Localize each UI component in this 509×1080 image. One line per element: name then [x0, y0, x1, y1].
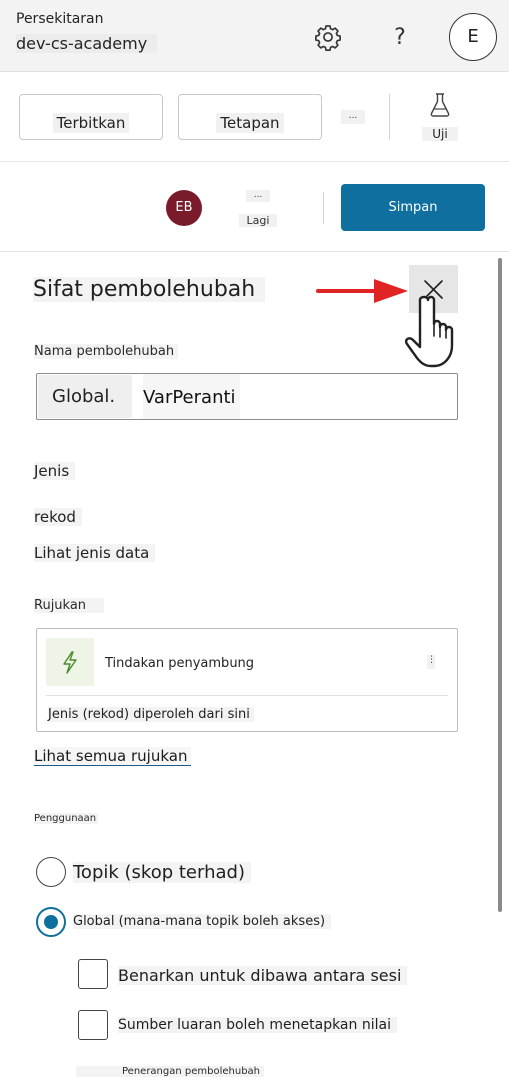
more-commands-button[interactable]: ...: [341, 110, 365, 124]
reference-card[interactable]: Tindakan penyambung ⋮ Jenis (rekod) dipe…: [36, 628, 458, 732]
environment-selector[interactable]: dev-cs-academy: [16, 34, 158, 53]
variable-name-value[interactable]: VarPeranti: [143, 374, 240, 419]
view-data-type-link[interactable]: Lihat jenis data: [34, 544, 156, 562]
variable-scope-prefix: Global.: [38, 375, 132, 418]
hand-pointer-icon: [404, 295, 454, 368]
scope-global-label[interactable]: Global (mana-mana topik boleh akses): [73, 914, 332, 929]
red-arrow-annotation: [316, 279, 408, 303]
user-avatar[interactable]: E: [449, 13, 497, 61]
variable-description-label: Penerangan pembolehubah: [76, 1066, 265, 1077]
view-all-references-link[interactable]: Lihat semua rujukan: [34, 747, 192, 766]
reference-title: Tindakan penyambung: [105, 656, 255, 671]
collaborator-avatar[interactable]: EB: [166, 190, 202, 226]
publish-button[interactable]: Terbitkan: [19, 94, 163, 140]
reference-icon-box: [46, 638, 94, 686]
gear-icon[interactable]: [314, 23, 342, 51]
test-label[interactable]: Uji: [422, 127, 458, 141]
lightning-icon: [63, 651, 77, 674]
references-heading: Rujukan: [34, 598, 105, 613]
variable-name-field[interactable]: Global. VarPeranti: [36, 373, 458, 420]
save-button[interactable]: Simpan: [341, 184, 485, 231]
settings-button[interactable]: Tetapan: [178, 94, 322, 140]
variable-properties-panel: Sifat pembolehubah Nama pembolehubah Glo…: [0, 252, 509, 1080]
user-bar: EB ... Lagi Simpan: [0, 162, 509, 252]
scope-global-radio[interactable]: [36, 907, 66, 937]
external-sources-label[interactable]: Sumber luaran boleh menetapkan nilai: [118, 1017, 397, 1033]
scrollbar[interactable]: [498, 258, 502, 912]
settings-label: Tetapan: [216, 113, 284, 133]
divider: [46, 695, 448, 696]
top-bar: Persekitaran dev-cs-academy ? E: [0, 0, 509, 72]
panel-title: Sifat pembolehubah: [33, 277, 266, 302]
environment-label: Persekitaran: [16, 11, 104, 27]
more-icon[interactable]: ...: [246, 190, 270, 202]
carry-over-sessions-label[interactable]: Benarkan untuk dibawa antara sesi: [118, 966, 408, 985]
variable-name-label: Nama pembolehubah: [34, 344, 179, 359]
divider: [323, 192, 324, 224]
help-button[interactable]: ?: [388, 24, 412, 52]
reference-more-icon[interactable]: ⋮: [427, 655, 436, 669]
command-bar: Terbitkan Tetapan ... Uji: [0, 72, 509, 162]
type-heading: Jenis: [34, 462, 76, 480]
more-label[interactable]: Lagi: [239, 214, 277, 227]
type-value: rekod: [34, 508, 82, 526]
carry-over-sessions-checkbox[interactable]: [78, 959, 108, 989]
divider: [389, 94, 390, 140]
publish-label: Terbitkan: [52, 113, 130, 133]
external-sources-checkbox[interactable]: [78, 1010, 108, 1040]
reference-description: Jenis (rekod) diperoleh dari sini: [48, 707, 254, 722]
scope-topic-radio[interactable]: [36, 857, 66, 887]
usage-heading: Penggunaan: [34, 813, 99, 824]
flask-icon[interactable]: [428, 92, 452, 118]
scope-topic-label[interactable]: Topik (skop terhad): [73, 862, 251, 883]
